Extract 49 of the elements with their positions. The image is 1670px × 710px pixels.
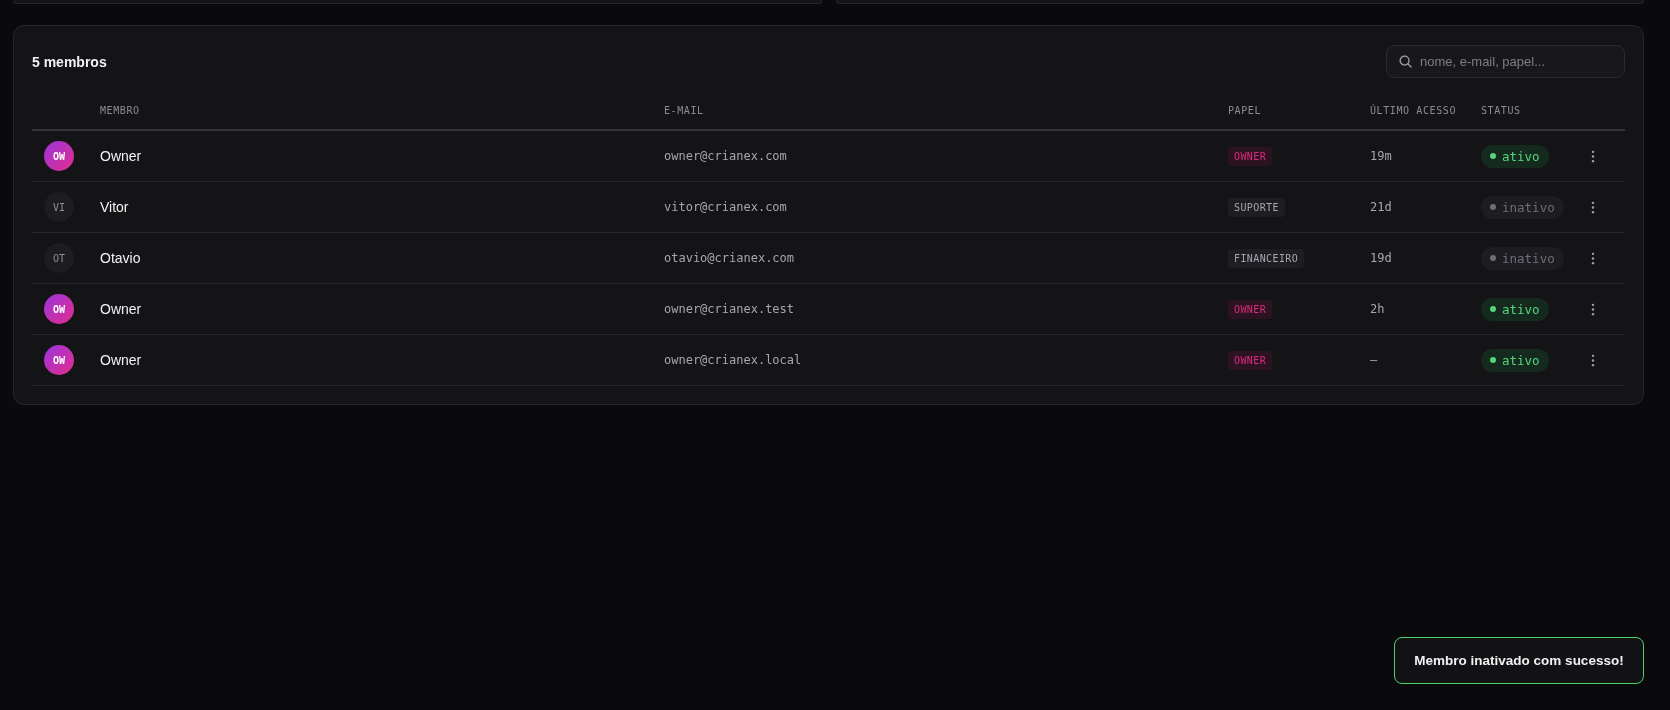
member-email: otavio@crianex.com: [664, 251, 796, 265]
member-name: Owner: [100, 301, 143, 317]
search-field[interactable]: nome, e-mail, papel...: [1386, 45, 1625, 78]
status-label: inativo: [1502, 250, 1555, 266]
status-label: ativo: [1502, 148, 1540, 164]
column-header: ÚLTIMO ACESSO: [1370, 105, 1458, 116]
more-options-icon[interactable]: [1591, 149, 1595, 163]
avatar: OT: [44, 243, 74, 273]
member-name: Owner: [100, 352, 143, 368]
last-access: 2h: [1370, 302, 1386, 316]
avatar: OW: [44, 294, 74, 324]
status-dot-icon: [1490, 306, 1496, 312]
role-badge: SUPORTE: [1228, 197, 1285, 217]
status-label: ativo: [1502, 301, 1540, 317]
last-access: 21d: [1370, 200, 1393, 214]
avatar: OW: [44, 345, 74, 375]
more-options-icon[interactable]: [1591, 353, 1595, 367]
column-header: PAPEL: [1228, 105, 1263, 116]
column-header: E-MAIL: [664, 105, 705, 116]
member-email: owner@crianex.test: [664, 302, 796, 316]
search-icon: [1399, 55, 1412, 68]
column-header: STATUS: [1481, 105, 1522, 116]
toast-message: Membro inativado com sucesso!: [1394, 637, 1644, 684]
last-access: —: [1370, 353, 1379, 367]
member-name: Owner: [100, 148, 143, 164]
role-badge: FINANCEIRO: [1228, 248, 1305, 268]
status-label: inativo: [1502, 199, 1555, 215]
member-email: owner@crianex.local: [664, 353, 803, 367]
avatar: VI: [44, 192, 74, 222]
member-email: owner@crianex.com: [664, 149, 788, 163]
more-options-icon[interactable]: [1591, 251, 1595, 265]
status-dot-icon: [1490, 204, 1496, 210]
column-header: MEMBRO: [100, 105, 141, 116]
more-options-icon[interactable]: [1591, 302, 1595, 316]
status-dot-icon: [1490, 255, 1496, 261]
avatar: OW: [44, 141, 74, 171]
role-badge: OWNER: [1228, 299, 1273, 319]
role-badge: OWNER: [1228, 146, 1273, 166]
member-email: vitor@crianex.com: [664, 200, 788, 214]
status-dot-icon: [1490, 357, 1496, 363]
member-name: Vitor: [100, 199, 130, 215]
member-count: 5 membros: [32, 53, 107, 70]
last-access: 19m: [1370, 149, 1393, 163]
member-name: Otavio: [100, 250, 142, 266]
last-access: 19d: [1370, 251, 1393, 265]
status-label: ativo: [1502, 352, 1540, 368]
status-dot-icon: [1490, 153, 1496, 159]
more-options-icon[interactable]: [1591, 200, 1595, 214]
role-badge: OWNER: [1228, 350, 1273, 370]
